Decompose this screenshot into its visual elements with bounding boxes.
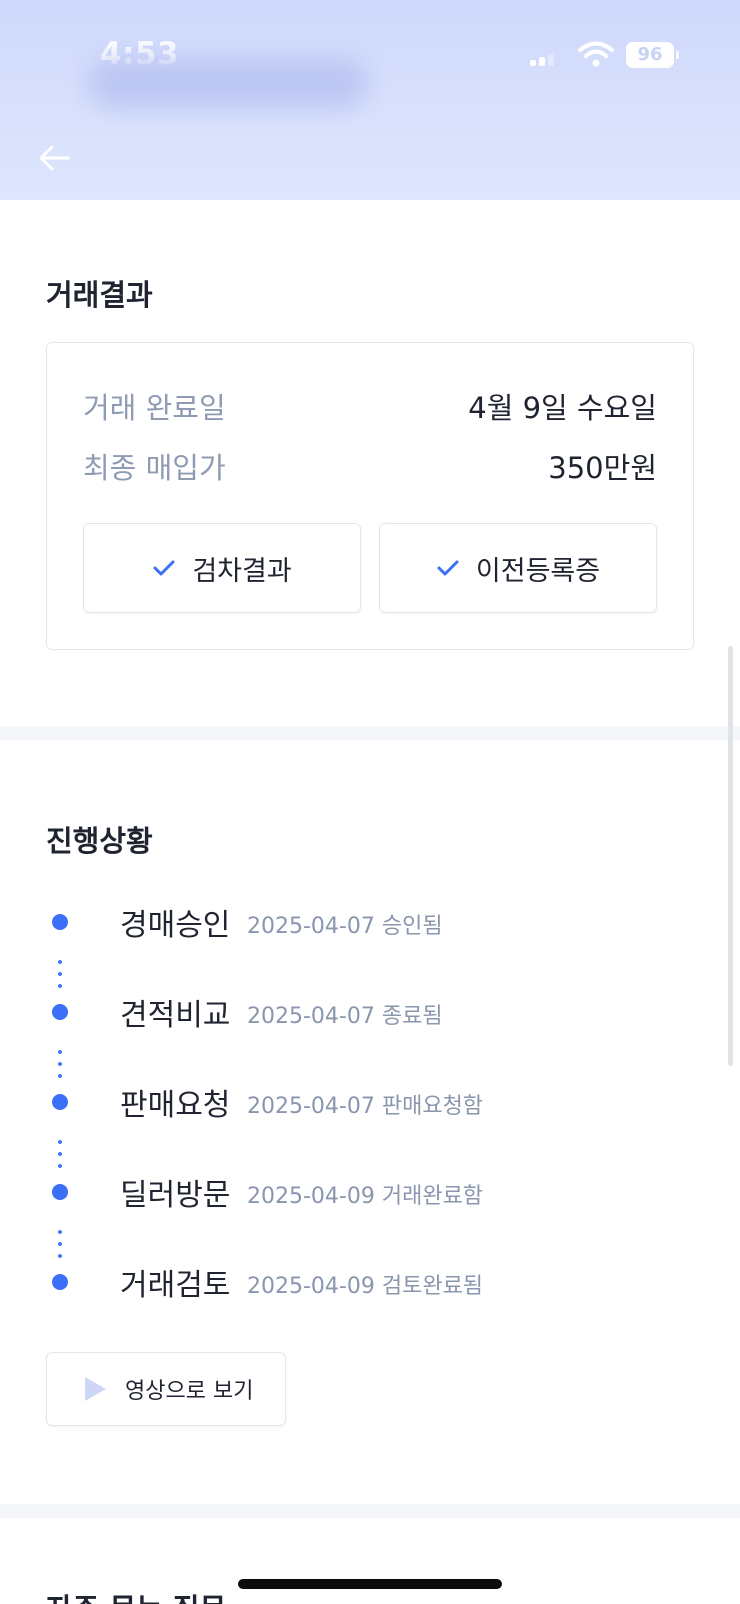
result-label: 거래 완료일 (83, 391, 226, 425)
result-section-title: 거래결과 (46, 278, 153, 312)
wifi-icon (578, 41, 614, 67)
button-label: 검차결과 (192, 555, 292, 587)
step-connector (58, 956, 62, 992)
timeline-step: 견적비교 2025-04-07 종료됨 (0, 990, 740, 1040)
check-icon (153, 560, 175, 576)
battery-icon: 96 (626, 42, 679, 68)
step-name: 견적비교 (120, 998, 231, 1033)
watch-video-button[interactable]: 영상으로 보기 (46, 1352, 286, 1426)
faq-section-title: 자주 묻는 질문 (46, 1586, 226, 1604)
timeline-step: 판매요청 2025-04-07 판매요청함 (0, 1080, 740, 1130)
section-divider (0, 726, 740, 740)
result-value: 350만원 (548, 451, 657, 485)
section-divider (0, 1504, 740, 1518)
button-label: 이전등록증 (475, 555, 601, 587)
step-dot-icon (52, 1094, 68, 1110)
header: 4:53 96 (0, 0, 740, 200)
transfer-registration-button[interactable]: 이전등록증 (379, 523, 657, 613)
page: 4:53 96 거래결과 거래 완료일 4월 9일 수요일 최종 매입가 350… (0, 0, 740, 1604)
step-name: 경매승인 (120, 908, 231, 943)
step-dot-icon (52, 1184, 68, 1200)
result-label: 최종 매입가 (83, 451, 226, 485)
step-dot-icon (52, 1004, 68, 1020)
step-meta: 2025-04-07 판매요청함 (247, 1094, 484, 1119)
step-connector (58, 1136, 62, 1172)
step-name: 딜러방문 (120, 1178, 231, 1213)
result-row-completion-date: 거래 완료일 4월 9일 수요일 (83, 385, 657, 425)
step-meta: 2025-04-07 승인됨 (247, 914, 443, 939)
step-dot-icon (52, 1274, 68, 1290)
step-name: 판매요청 (120, 1088, 231, 1123)
result-value: 4월 9일 수요일 (468, 391, 657, 425)
scrollbar[interactable] (728, 646, 733, 1066)
blurred-region (88, 58, 368, 108)
inspection-result-button[interactable]: 검차결과 (83, 523, 361, 613)
step-meta: 2025-04-09 거래완료함 (247, 1184, 484, 1209)
timeline-step: 거래검토 2025-04-09 검토완료됨 (0, 1260, 740, 1310)
home-indicator[interactable] (238, 1579, 502, 1589)
step-meta: 2025-04-09 검토완료됨 (247, 1274, 484, 1299)
step-dot-icon (52, 914, 68, 930)
step-meta: 2025-04-07 종료됨 (247, 1004, 443, 1029)
progress-section-title: 진행상황 (46, 824, 153, 858)
timeline-step: 딜러방문 2025-04-09 거래완료함 (0, 1170, 740, 1220)
button-label: 영상으로 보기 (125, 1379, 254, 1404)
cellular-signal-icon (530, 54, 558, 66)
step-connector (58, 1226, 62, 1262)
step-connector (58, 1046, 62, 1082)
step-name: 거래검토 (120, 1268, 231, 1303)
play-icon (85, 1377, 106, 1401)
result-row-final-price: 최종 매입가 350만원 (83, 445, 657, 485)
result-card: 거래 완료일 4월 9일 수요일 최종 매입가 350만원 검차결과 이전등록증 (46, 342, 694, 650)
timeline-step: 경매승인 2025-04-07 승인됨 (0, 900, 740, 950)
arrow-left-icon[interactable] (34, 138, 74, 178)
check-icon (437, 560, 459, 576)
